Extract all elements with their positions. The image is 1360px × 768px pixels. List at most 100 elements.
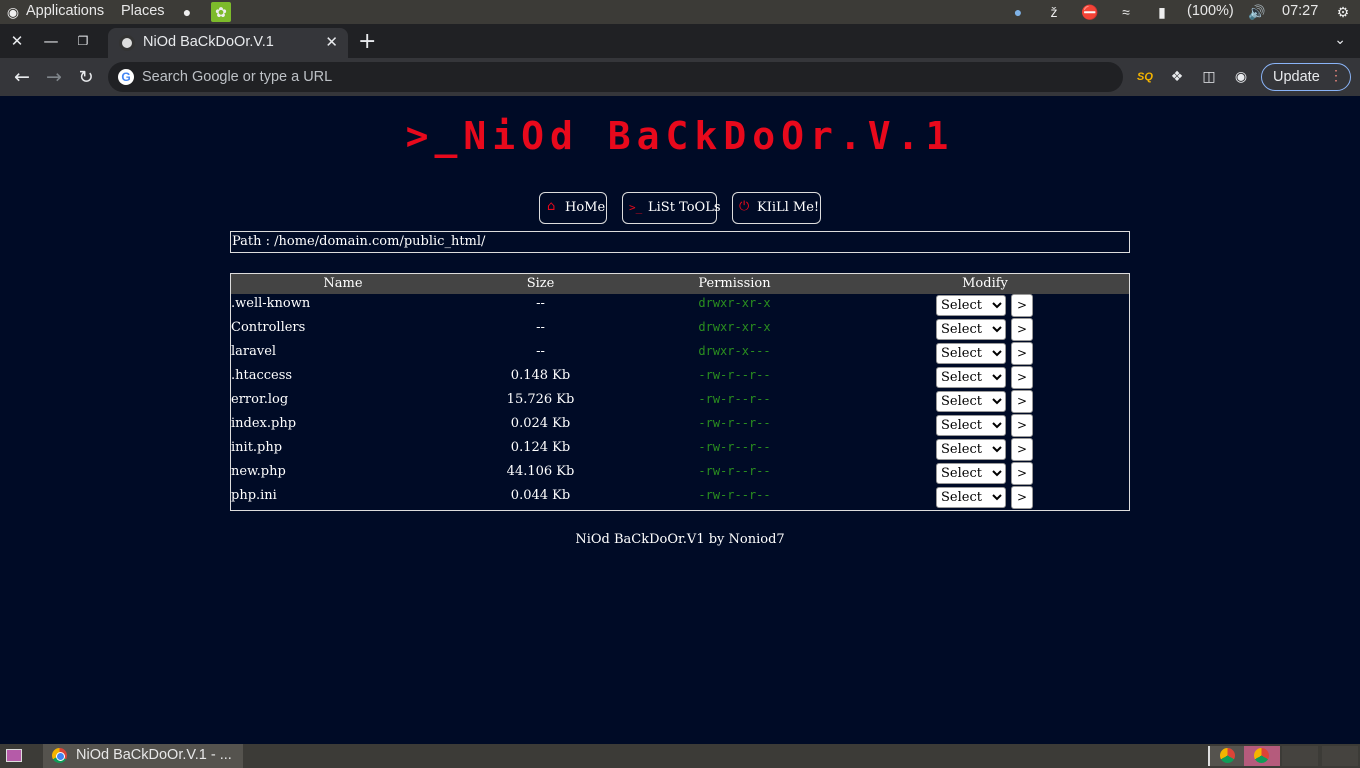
- table-row: .htaccess 0.148 Kb -rw-r--r-- Select >: [231, 366, 1129, 390]
- modify-action-select[interactable]: Select: [936, 295, 1006, 316]
- file-size: --: [536, 296, 545, 311]
- file-name-link[interactable]: .well-known: [231, 296, 310, 311]
- header-size: Size: [526, 276, 555, 291]
- modify-action-select[interactable]: Select: [936, 367, 1006, 388]
- header-name: Name: [323, 276, 363, 291]
- file-permission[interactable]: -rw-r--r--: [638, 392, 831, 406]
- side-panel-icon[interactable]: ◫: [1199, 67, 1219, 87]
- globe-icon[interactable]: ●: [1008, 2, 1028, 22]
- wifi-icon[interactable]: ≈: [1116, 2, 1136, 22]
- modify-go-button[interactable]: >: [1011, 294, 1033, 317]
- taskbar-window-title: NiOd BaCkDoOr.V.1 - ...: [76, 747, 232, 763]
- omnibox-input[interactable]: [142, 62, 1102, 92]
- tab-favicon-icon: [119, 35, 135, 51]
- restore-window-icon[interactable]: ❐: [72, 30, 94, 52]
- clock[interactable]: 07:27: [1282, 3, 1318, 19]
- new-tab-plus-icon[interactable]: +: [358, 29, 376, 54]
- home-button[interactable]: ⌂ HoMe: [539, 192, 607, 224]
- file-name-link[interactable]: laravel: [231, 344, 276, 359]
- volume-icon[interactable]: 🔊: [1247, 2, 1267, 22]
- file-name-link[interactable]: new.php: [231, 464, 286, 479]
- modify-go-button[interactable]: >: [1011, 438, 1033, 461]
- tab-title: NiOd BaCkDoOr.V.1: [143, 34, 274, 50]
- sq-extension-icon[interactable]: SQ: [1135, 67, 1155, 87]
- more-menu-icon[interactable]: ⋮: [1329, 67, 1343, 84]
- modify-action-select[interactable]: Select: [936, 415, 1006, 436]
- file-name-link[interactable]: Controllers: [231, 320, 305, 335]
- minimize-window-icon[interactable]: —: [40, 30, 62, 52]
- omnibox[interactable]: G: [108, 62, 1123, 92]
- show-desktop-icon[interactable]: [6, 749, 22, 762]
- list-tools-button[interactable]: >_ LiSt ToOLs: [622, 192, 721, 224]
- settings-gear-icon[interactable]: ⚙: [1333, 2, 1353, 22]
- workspace-4[interactable]: [1322, 746, 1358, 766]
- file-permission[interactable]: drwxr-xr-x: [638, 296, 831, 310]
- power-icon: ⏻: [739, 199, 750, 214]
- file-name-link[interactable]: init.php: [231, 440, 282, 455]
- workspace-2[interactable]: [1244, 746, 1280, 766]
- modify-go-button[interactable]: >: [1011, 366, 1033, 389]
- forward-arrow-icon[interactable]: →: [42, 65, 66, 89]
- modify-action-select[interactable]: Select: [936, 439, 1006, 460]
- tor-browser-icon[interactable]: ●: [177, 2, 197, 22]
- extensions-puzzle-icon[interactable]: ❖: [1167, 67, 1187, 87]
- modify-go-button[interactable]: >: [1011, 486, 1033, 509]
- modify-action-select[interactable]: Select: [936, 391, 1006, 412]
- list-tools-label: LiSt ToOLs: [648, 200, 721, 215]
- file-permission[interactable]: -rw-r--r--: [638, 440, 831, 454]
- modify-go-button[interactable]: >: [1011, 390, 1033, 413]
- modify-go-button[interactable]: >: [1011, 414, 1033, 437]
- tab-close-icon[interactable]: ✕: [325, 33, 338, 51]
- modify-go-button[interactable]: >: [1011, 342, 1033, 365]
- close-window-icon[interactable]: ✕: [6, 30, 28, 52]
- file-permission[interactable]: -rw-r--r--: [638, 368, 831, 382]
- file-permission[interactable]: -rw-r--r--: [638, 416, 831, 430]
- file-name-link[interactable]: .htaccess: [231, 368, 292, 383]
- reload-icon[interactable]: ↻: [74, 65, 98, 89]
- file-permission[interactable]: drwxr-xr-x: [638, 320, 831, 334]
- table-header: Name Size Permission Modify: [231, 274, 1129, 294]
- modify-go-button[interactable]: >: [1011, 462, 1033, 485]
- kill-me-button[interactable]: ⏻ KIiLl Me!: [732, 192, 821, 224]
- file-permission[interactable]: -rw-r--r--: [638, 488, 831, 502]
- page-logo-title: >_NiOd BaCkDoOr.V.1: [405, 114, 955, 158]
- active-tab[interactable]: NiOd BaCkDoOr.V.1 ✕: [108, 28, 348, 58]
- workspace-1[interactable]: [1208, 746, 1244, 766]
- file-size: 0.044 Kb: [510, 488, 571, 503]
- file-permission[interactable]: -rw-r--r--: [638, 464, 831, 478]
- modify-action-select[interactable]: Select: [936, 319, 1006, 340]
- zotero-icon[interactable]: ž: [1044, 2, 1064, 22]
- file-size: 44.106 Kb: [506, 464, 575, 479]
- back-arrow-icon[interactable]: ←: [10, 65, 34, 89]
- browser-tab-strip: ✕ — ❐ NiOd BaCkDoOr.V.1 ✕ + ⌄: [0, 24, 1360, 58]
- file-name-link[interactable]: index.php: [231, 416, 296, 431]
- file-permission[interactable]: drwxr-x---: [638, 344, 831, 358]
- table-row: php.ini 0.044 Kb -rw-r--r-- Select >: [231, 486, 1129, 510]
- modify-action-select[interactable]: Select: [936, 463, 1006, 484]
- applications-menu[interactable]: Applications: [26, 3, 104, 19]
- battery-icon[interactable]: ▮: [1152, 2, 1172, 22]
- places-menu[interactable]: Places: [121, 3, 165, 19]
- home-label: HoMe: [565, 200, 606, 215]
- web-page: >_NiOd BaCkDoOr.V.1 ⌂ HoMe >_ LiSt ToOLs…: [0, 96, 1360, 744]
- terminal-icon: >_: [629, 201, 643, 214]
- table-row: laravel -- drwxr-x--- Select >: [231, 342, 1129, 366]
- taskbar-window-button[interactable]: NiOd BaCkDoOr.V.1 - ...: [43, 744, 243, 768]
- chrome-icon: [1220, 748, 1235, 763]
- file-name-link[interactable]: error.log: [231, 392, 288, 407]
- file-name-link[interactable]: php.ini: [231, 488, 277, 503]
- home-icon: ⌂: [547, 199, 556, 214]
- current-path: Path : /home/domain.com/public_html/: [232, 234, 486, 249]
- modify-go-button[interactable]: >: [1011, 318, 1033, 341]
- profile-avatar-icon[interactable]: ◉: [1231, 67, 1251, 87]
- browser-toolbar: ← → ↻ G SQ ❖ ◫ ◉ Update ⋮: [0, 58, 1360, 96]
- applications-icon[interactable]: ◉: [3, 2, 23, 22]
- tab-search-chevron-down-icon[interactable]: ⌄: [1334, 32, 1346, 48]
- launcher-icon[interactable]: ✿: [211, 2, 231, 22]
- modify-action-select[interactable]: Select: [936, 343, 1006, 364]
- workspace-3[interactable]: [1282, 746, 1318, 766]
- no-entry-icon[interactable]: ⛔: [1080, 2, 1100, 22]
- update-button[interactable]: Update ⋮: [1261, 63, 1351, 91]
- table-row: index.php 0.024 Kb -rw-r--r-- Select >: [231, 414, 1129, 438]
- modify-action-select[interactable]: Select: [936, 487, 1006, 508]
